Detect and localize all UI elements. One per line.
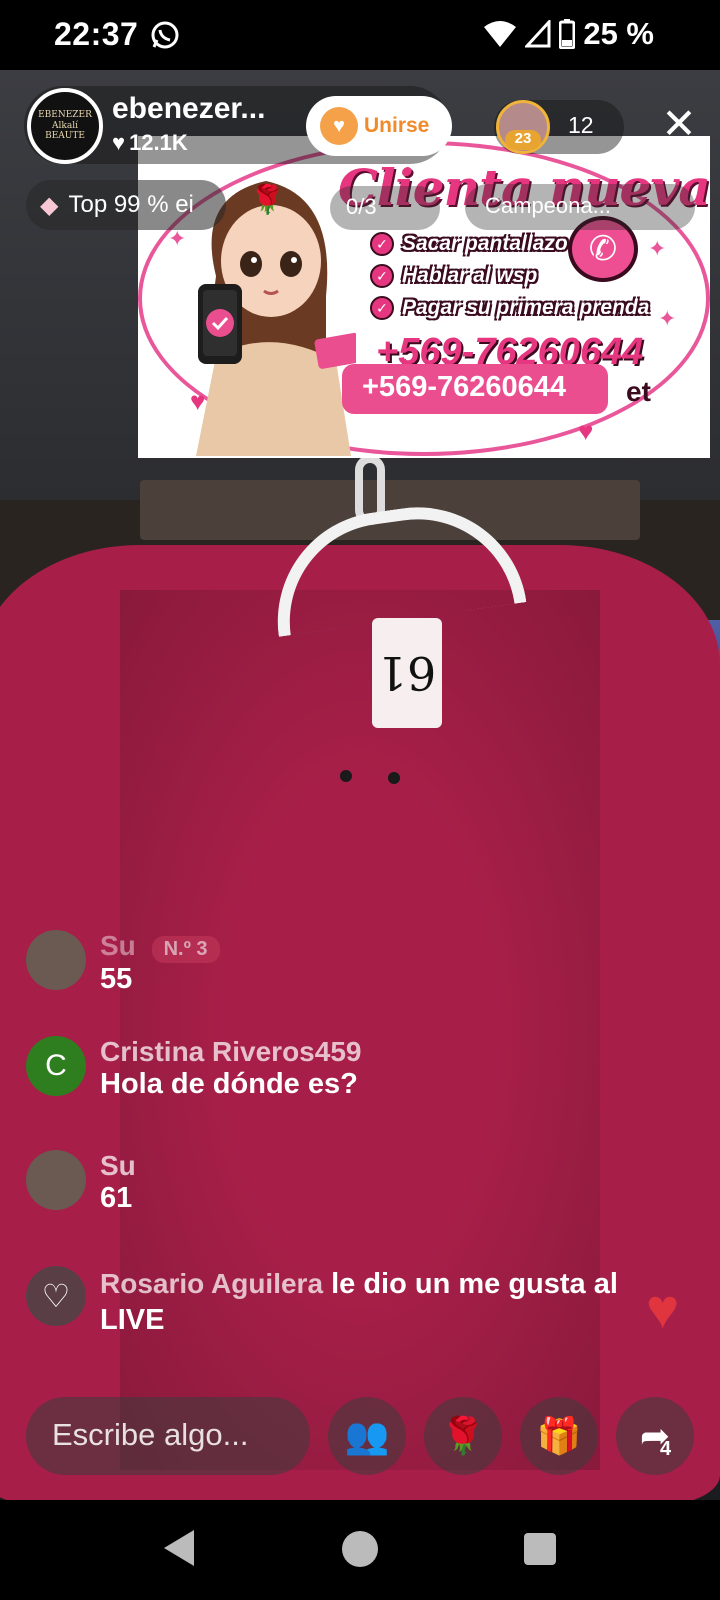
promo-fragment: et [626, 376, 651, 407]
back-icon[interactable] [164, 1530, 194, 1566]
rose-icon: 🌹 [250, 184, 285, 215]
heart-icon: ♥ [190, 386, 206, 416]
join-button[interactable]: ♥ Unirse [306, 96, 452, 156]
commenter-name[interactable]: Cristina Riveros459 [100, 1036, 361, 1068]
whatsapp-icon [151, 21, 179, 49]
commenter-name[interactable]: Su [100, 1150, 136, 1182]
ranking-chip[interactable]: ◆ Top 99 % ei [26, 180, 226, 230]
status-time: 22:37 [54, 16, 139, 52]
share-count: 4 [660, 1438, 672, 1460]
like-notification: ♡ Rosario Aguilera le dio un me gusta al… [26, 1266, 666, 1338]
comment-text: 55 [100, 963, 133, 995]
battery-percentage: 25 % [583, 16, 654, 51]
sweater-button [388, 772, 400, 784]
comment: Su N.º 3 55 [26, 930, 220, 996]
host-name[interactable]: ebenezer... [112, 92, 265, 126]
commenter-avatar[interactable] [26, 930, 86, 990]
comment: Su 61 [26, 1150, 136, 1215]
check-icon: ✓ [370, 232, 394, 256]
rank-badge: N.º 3 [151, 936, 220, 963]
share-icon[interactable]: ➦ [616, 1397, 694, 1475]
status-icons: 25 % [483, 16, 654, 52]
join-label: Unirse [364, 114, 430, 137]
viewer-count[interactable]: 12 [568, 112, 594, 139]
check-icon: ✓ [370, 264, 394, 288]
commenter-avatar[interactable]: C [26, 1036, 86, 1096]
home-icon[interactable] [342, 1531, 378, 1567]
floating-heart-icon: ♥ [646, 1277, 680, 1340]
status-bar: 22:37 25 % [0, 0, 720, 70]
price-tag-number: 61 [377, 646, 437, 700]
rose-gift-icon[interactable]: 🌹 [424, 1397, 502, 1475]
sparkle-icon: ✦ [648, 236, 667, 261]
sweater-shading [120, 590, 600, 1470]
goal-chip[interactable]: 0/3 [330, 186, 440, 230]
viewer-rank-badge: 23 [505, 130, 541, 150]
wifi-icon [484, 21, 517, 47]
comment-text: Hola de dónde es? [100, 1068, 358, 1100]
signal-icon [525, 20, 551, 48]
comment-input[interactable]: Escribe algo... [26, 1397, 310, 1475]
like-heart-icon: ♡ [26, 1266, 86, 1326]
price-tag: 61 [372, 618, 442, 728]
sparkle-icon: ✦ [658, 306, 677, 331]
sweater-button [340, 770, 352, 782]
heart-plus-icon: ♥ [320, 107, 358, 145]
campeona-chip[interactable]: Campeona... [465, 184, 695, 230]
host-likes: ♥ 12.1K [112, 130, 188, 155]
promo-phone: +569-76260644 [342, 364, 608, 414]
diamond-icon: ◆ [40, 191, 59, 219]
gift-icon[interactable]: 🎁 [520, 1397, 598, 1475]
multi-guest-icon[interactable]: 👥 [328, 1397, 406, 1475]
battery-icon [559, 19, 576, 49]
heart-icon: ♥ [112, 130, 126, 155]
commenter-name[interactable]: Su N.º 3 [100, 930, 220, 963]
comment: C Cristina Riveros459 Hola de dónde es? [26, 1036, 361, 1101]
promo-step: ✓ Pagar su primera prenda [370, 292, 649, 324]
close-icon[interactable]: ✕ [655, 100, 703, 148]
check-icon: ✓ [370, 296, 394, 320]
host-avatar[interactable]: EBENEZER Alkalí BEAUTE [27, 88, 103, 164]
heart-icon: ♥ [578, 416, 594, 446]
commenter-avatar[interactable] [26, 1150, 86, 1210]
recent-apps-icon[interactable] [524, 1533, 556, 1565]
commenter-name[interactable]: Rosario Aguilera [100, 1268, 323, 1299]
ranking-label: Top 99 % ei [68, 191, 194, 218]
comment-text: 61 [100, 1182, 133, 1214]
